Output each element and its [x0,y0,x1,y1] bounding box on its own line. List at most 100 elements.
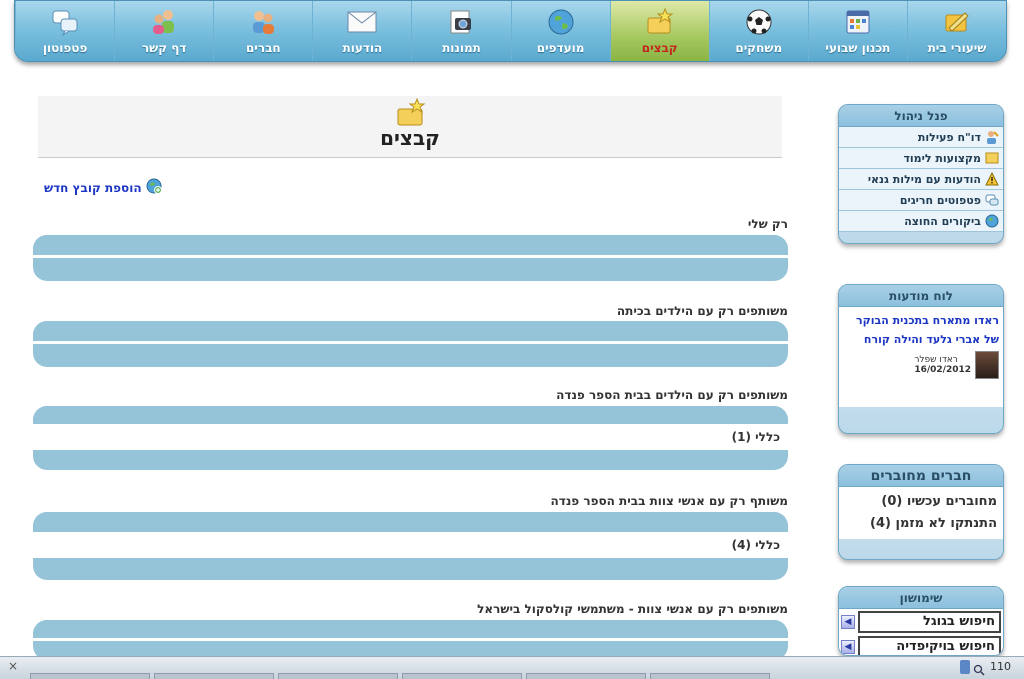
contacts-icon [149,7,179,37]
globe-icon [985,214,999,228]
taskbar-tab[interactable] [526,673,646,679]
calendar-icon [843,7,873,37]
admin-item-label: דו"ח פעילות [917,130,981,144]
subjects-icon [985,151,999,165]
google-search-field[interactable]: חיפוש בגוגל [858,611,1001,633]
tools-panel: שימושון חיפוש בגוגל ◀ חיפוש בויקיפדיה ◀ [838,586,1004,656]
notice-link[interactable]: ראדו מתארח בתכנית הבוקר של אברי גלעד והי… [843,311,999,349]
folder-star-icon [396,97,426,126]
nav-label: מועדפים [536,41,585,55]
section-title: משותפים רק עם הילדים בבית הספר פנדה [556,388,788,402]
add-file-label: הוספת קובץ חדש [44,181,142,195]
soccer-ball-icon [744,7,774,37]
wikipedia-search-field[interactable]: חיפוש בויקיפדיה [858,636,1001,655]
section-title: משותף רק עם אנשי צוות בבית הספר פנדה [550,494,788,508]
chat-alert-icon [985,193,999,207]
notice-author-block: ראדו שפלר 16/02/2012 [914,355,971,375]
panel-title: חברים מחוברים [839,465,1003,487]
add-file-link[interactable]: הוספת קובץ חדש [44,178,162,198]
admin-item-offensive-messages[interactable]: הודעות עם מילות גנאי [839,169,1003,190]
globe-icon [546,7,576,37]
google-search-row: חיפוש בגוגל ◀ [841,611,1001,633]
nav-photos[interactable]: תמונות [411,1,510,61]
section-title: משותפים רק עם אנשי צוות - משתמשי קולסקול… [477,602,788,616]
chat-bubbles-icon [50,7,80,37]
notice-date: 16/02/2012 [914,365,971,375]
status-icon[interactable] [960,660,970,674]
friends-recent-count[interactable]: התנתקו לא מזמן (4) [845,513,997,535]
notice-meta: ראדו שפלר 16/02/2012 [843,351,999,379]
admin-item-activity-report[interactable]: דו"ח פעילות [839,127,1003,148]
file-section-box [33,321,788,367]
friends-online-panel: חברים מחוברים מחוברים עכשיו (0) התנתקו ל… [838,464,1004,560]
file-section-box [33,620,788,660]
admin-item-subjects[interactable]: מקצועות לימוד [839,148,1003,169]
admin-item-label: מקצועות לימוד [903,151,981,165]
wikipedia-search-row: חיפוש בויקיפדיה ◀ [841,636,1001,655]
activity-report-icon [985,130,999,144]
add-globe-icon [146,178,162,198]
admin-panel: פנל ניהול דו"ח פעילות מקצועות לימוד הודע… [838,104,1004,244]
nav-games[interactable]: משחקים [708,1,808,61]
zoom-icon[interactable] [973,661,985,676]
taskbar-tab[interactable] [154,673,274,679]
folder-row-general[interactable]: כללי (4) [33,532,788,558]
nav-label: הודעות [342,41,383,55]
file-section-box: כללי (1) [33,406,788,470]
google-search-arrow-icon[interactable]: ◀ [841,615,855,629]
nav-chat[interactable]: פטפוטון [15,1,114,61]
file-section-box [33,235,788,281]
nav-label: שיעורי בית [927,41,987,55]
friends-body: מחוברים עכשיו (0) התנתקו לא מזמן (4) [839,487,1003,539]
zoom-level[interactable]: 110 [990,660,1011,673]
envelope-icon [347,7,377,37]
taskbar-tab[interactable] [650,673,770,679]
notice-board-panel: לוח מודעות ראדו מתארח בתכנית הבוקר של אב… [838,284,1004,434]
section-title: רק שלי [747,217,788,231]
camera-icon [446,7,476,37]
nav-label: תמונות [442,41,481,55]
nav-label: פטפוטון [42,41,88,55]
notice-board-body: ראדו מתארח בתכנית הבוקר של אברי גלעד והי… [839,307,1003,407]
friends-online-count[interactable]: מחוברים עכשיו (0) [845,491,997,513]
admin-item-unusual-chats[interactable]: פטפוטים חריגים [839,190,1003,211]
nav-friends[interactable]: חברים [213,1,312,61]
file-section-box: כללי (4) [33,512,788,580]
nav-files[interactable]: קבצים [609,1,709,61]
nav-weekly-plan[interactable]: תכנון שבועי [807,1,907,61]
close-icon[interactable]: × [8,659,18,673]
nav-contacts[interactable]: דף קשר [114,1,213,61]
taskbar: × 110 [0,656,1024,679]
panel-title: פנל ניהול [839,105,1003,127]
admin-item-label: ביקורים החוצה [904,214,981,228]
tools-body: חיפוש בגוגל ◀ חיפוש בויקיפדיה ◀ [839,609,1003,655]
homework-icon [942,7,972,37]
admin-item-label: הודעות עם מילות גנאי [867,172,981,186]
panel-title: שימושון [839,587,1003,609]
top-nav: שיעורי בית תכנון שבועי משחקים קבצים מועד… [14,0,1007,62]
taskbar-tab[interactable] [278,673,398,679]
nav-homework[interactable]: שיעורי בית [906,1,1006,61]
wikipedia-search-arrow-icon[interactable]: ◀ [841,640,855,654]
folder-star-icon [645,7,675,37]
avatar[interactable] [975,351,999,379]
taskbar-tabs [30,673,930,679]
taskbar-tab[interactable] [402,673,522,679]
admin-item-external-visits[interactable]: ביקורים החוצה [839,211,1003,232]
panel-title: לוח מודעות [839,285,1003,307]
nav-label: משחקים [735,41,783,55]
nav-label: קבצים [641,41,678,55]
nav-label: חברים [245,41,281,55]
page-header: קבצים [38,96,782,158]
nav-label: תכנון שבועי [825,41,891,55]
page-title: קבצים [380,126,440,150]
nav-favorites[interactable]: מועדפים [510,1,610,61]
nav-label: דף קשר [141,41,187,55]
warning-icon [985,171,999,186]
people-icon [248,7,278,37]
notice-author: ראדו שפלר [914,355,958,365]
section-title: משותפים רק עם הילדים בכיתה [616,304,788,318]
nav-messages[interactable]: הודעות [312,1,411,61]
folder-row-general[interactable]: כללי (1) [33,424,788,450]
taskbar-tab[interactable] [30,673,150,679]
